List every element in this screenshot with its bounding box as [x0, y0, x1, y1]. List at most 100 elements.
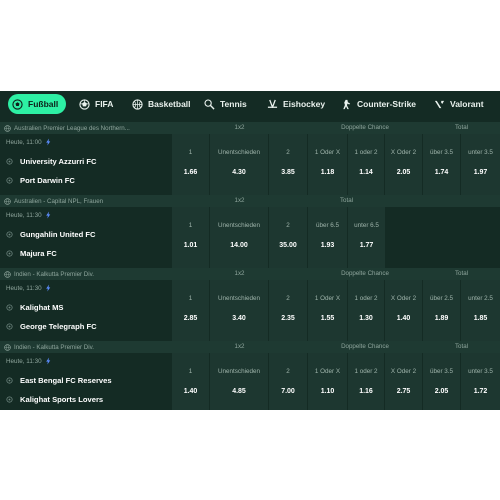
- header-total: Total: [454, 270, 469, 277]
- team-home-name: Kalighat MS: [20, 302, 64, 312]
- match-time: Heute, 11:30: [6, 210, 52, 220]
- market-label: 2: [286, 368, 290, 375]
- league-title: Indien - Kalkutta Premier Div.: [14, 343, 95, 351]
- team-home-name: East Bengal FC Reserves: [20, 375, 112, 385]
- team-home[interactable]: Kalighat MS: [6, 301, 63, 313]
- odds-cell-two[interactable]: 2 3.85: [269, 134, 307, 196]
- odds-cell-under[interactable]: unter 2.5 1.85: [461, 280, 500, 342]
- market-label: über 2.5: [429, 295, 454, 302]
- market-label: 2: [286, 149, 290, 156]
- league-title: Australien Premier League des Northern..…: [14, 124, 130, 132]
- team-home[interactable]: Gungahlin United FC: [6, 228, 96, 240]
- team-home[interactable]: University Azzurri FC: [6, 155, 97, 167]
- team-panel[interactable]: Heute, 11:30 Kalighat MS George Telegraph …: [0, 280, 171, 342]
- odds-value: 1.40: [396, 315, 411, 322]
- team-away[interactable]: Majura FC: [6, 247, 57, 259]
- match-block: Australien - Capital NPL, Frauen 1x2 Total…: [0, 195, 500, 269]
- match-block: Australien Premier League des Northern..…: [0, 122, 500, 196]
- team-away[interactable]: Port Darwin FC: [6, 174, 75, 186]
- tab-basketball[interactable]: Basketball: [128, 94, 191, 114]
- lightning-icon: [45, 211, 50, 219]
- tab-counter-strike[interactable]: Counter-Strike: [337, 94, 421, 114]
- odds-cell-one-or-x[interactable]: 1 Oder X 1.55: [308, 280, 347, 342]
- header-1x2: 1x2: [234, 197, 245, 204]
- odds-cell-one-or-x[interactable]: 1 Oder X 1.10: [308, 353, 347, 410]
- odds-cell-x-or-two[interactable]: X Oder 2 1.40: [385, 280, 422, 342]
- odds-cell-over[interactable]: über 3.5 1.74: [423, 134, 460, 196]
- team-home[interactable]: East Bengal FC Reserves: [6, 374, 112, 386]
- odds-value: 1.74: [434, 169, 449, 176]
- tennis-icon: [204, 98, 215, 110]
- team-away[interactable]: George Telegraph FC: [6, 320, 97, 332]
- header-total: Total: [454, 343, 469, 350]
- team-panel[interactable]: Heute, 11:30 Gungahlin United FC Majura FC: [0, 207, 171, 269]
- odds-cell-one-or-two[interactable]: 1 oder 2 1.16: [348, 353, 384, 410]
- odds-cell-over[interactable]: über 2.5 1.89: [423, 280, 460, 342]
- tab-label: Valorant: [450, 99, 484, 109]
- odds-cell-x-or-two[interactable]: X Oder 2 2.75: [385, 353, 422, 410]
- tab-label: Tennis: [220, 99, 247, 109]
- market-label: Unentschieden: [217, 222, 260, 229]
- odds-value: 2.05: [396, 169, 411, 176]
- market-label: Unentschieden: [217, 149, 260, 156]
- counter-strike-icon: [343, 99, 351, 109]
- odds-value: 1.93: [320, 242, 335, 249]
- odds-cell-one[interactable]: 1 1.66: [172, 134, 209, 196]
- odds-cell-draw[interactable]: Unentschieden 14.00: [210, 207, 268, 269]
- odds-cell-one[interactable]: 1 1.40: [172, 353, 209, 410]
- odds-cell-over[interactable]: über 6.5 1.93: [308, 207, 347, 269]
- team-panel[interactable]: Heute, 11:00 University Azzurri FC Port Da…: [0, 134, 171, 196]
- odds-value: 2.35: [281, 315, 295, 322]
- market-label: Unentschieden: [217, 295, 260, 302]
- odds-cell-under[interactable]: unter 3.5 1.97: [461, 134, 500, 196]
- market-label: 2: [286, 295, 290, 302]
- match-time: Heute, 11:30: [6, 356, 52, 366]
- market-label: 1: [188, 368, 193, 375]
- valorant-icon: [434, 100, 445, 108]
- tab-label: Basketball: [148, 99, 191, 109]
- header-1x2: 1x2: [234, 270, 245, 277]
- odds-cell-one[interactable]: 1 2.85: [172, 280, 209, 342]
- team-away[interactable]: Kalighat Sports Lovers: [6, 393, 103, 405]
- match-body: Heute, 11:00 University Azzurri FC Port Da…: [0, 134, 500, 196]
- odds-cell-over[interactable]: über 3.5 2.05: [423, 353, 460, 410]
- odds-cell-two[interactable]: 2 35.00: [269, 207, 307, 269]
- odds-cell-one-or-two[interactable]: 1 oder 2 1.30: [348, 280, 384, 342]
- odds-cell-under[interactable]: unter 3.5 1.72: [461, 353, 500, 410]
- odds-value: 1.72: [473, 388, 488, 395]
- odds-cell-x-or-two[interactable]: X Oder 2 2.05: [385, 134, 422, 196]
- soccer-ball-icon: [12, 98, 23, 110]
- header-total: Total: [454, 124, 469, 131]
- tab-valorant[interactable]: Valorant: [430, 94, 500, 114]
- odds-cell-one[interactable]: 1 1.01: [172, 207, 209, 269]
- market-label: X Oder 2: [390, 149, 417, 156]
- tab-fifa[interactable]: FIFA: [75, 94, 117, 114]
- odds-value: 2.85: [183, 315, 198, 322]
- market-label: unter 3.5: [468, 149, 493, 156]
- odds-cell-two[interactable]: 2 7.00: [269, 353, 307, 410]
- odds-cell-one-or-x[interactable]: 1 Oder X 1.18: [308, 134, 347, 196]
- team-panel[interactable]: Heute, 11:30 East Bengal FC Reserves Kalig…: [0, 353, 171, 410]
- odds-cell-draw[interactable]: Unentschieden 4.85: [210, 353, 268, 410]
- tab-tennis[interactable]: Tennis: [200, 94, 252, 114]
- team-crest-icon: [6, 395, 13, 403]
- odds-cell-draw[interactable]: Unentschieden 4.30: [210, 134, 268, 196]
- odds-cell-one-or-two[interactable]: 1 oder 2 1.14: [348, 134, 384, 196]
- market-label: über 3.5: [429, 368, 454, 375]
- odds-cell-under[interactable]: unter 6.5 1.77: [348, 207, 385, 269]
- market-label: 1: [188, 222, 193, 229]
- odds-value: 1.40: [183, 388, 198, 395]
- market-label: 2: [286, 222, 290, 229]
- match-time-text: Heute, 11:00: [6, 138, 42, 146]
- team-away-name: Port Darwin FC: [20, 175, 75, 185]
- odds-value: 1.14: [359, 169, 373, 176]
- odds-cell-draw[interactable]: Unentschieden 3.40: [210, 280, 268, 342]
- match-time: Heute, 11:30: [6, 283, 52, 293]
- market-label: X Oder 2: [390, 295, 417, 302]
- header-1x2: 1x2: [234, 343, 245, 350]
- market-label: unter 3.5: [468, 368, 493, 375]
- odds-cell-two[interactable]: 2 2.35: [269, 280, 307, 342]
- tab-fu-ball[interactable]: Fußball: [8, 94, 66, 114]
- header-total: Total: [339, 197, 354, 204]
- tab-eishockey[interactable]: Eishockey: [263, 94, 327, 114]
